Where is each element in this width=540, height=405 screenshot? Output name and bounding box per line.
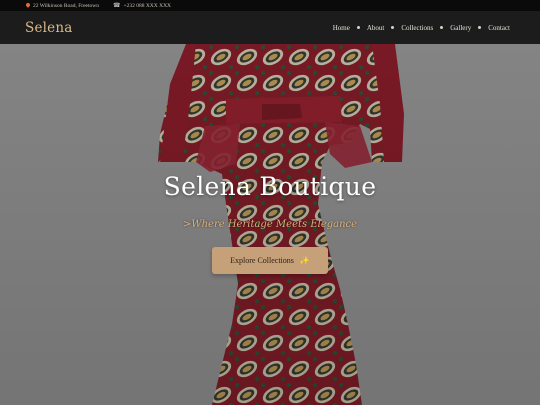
top-info-bar: 22 Wilkinson Road, Freetown ☎ +232 088 X…	[0, 0, 540, 11]
hero-title: Selena Boutique	[163, 172, 377, 201]
location-pin-icon	[26, 3, 30, 8]
nav-separator	[478, 26, 482, 29]
nav-separator	[440, 26, 444, 29]
hero-subtitle-text: Where Heritage Meets Elegance	[191, 219, 358, 230]
brand-logo[interactable]: Selena	[25, 20, 73, 36]
sparkle-icon: ✨	[299, 256, 310, 265]
hero-subtitle: >Where Heritage Meets Elegance	[182, 219, 358, 230]
address-text: 22 Wilkinson Road, Freetown	[33, 2, 99, 9]
phone-info: ☎ +232 088 XXX XXX	[113, 3, 171, 9]
explore-collections-button[interactable]: Explore Collections ✨	[212, 247, 328, 274]
phone-text: +232 088 XXX XXX	[123, 2, 172, 9]
nav-item-gallery[interactable]: Gallery	[450, 24, 471, 32]
nav-item-home[interactable]: Home	[333, 24, 350, 32]
nav-item-contact[interactable]: Contact	[488, 24, 510, 32]
address-info: 22 Wilkinson Road, Freetown	[26, 3, 99, 9]
nav-menu: Home About Collections Gallery Contact	[333, 24, 510, 32]
main-navbar: Selena Home About Collections Gallery Co…	[0, 11, 540, 44]
cta-label: Explore Collections	[230, 256, 294, 265]
phone-icon: ☎	[112, 2, 121, 9]
nav-separator	[356, 26, 360, 29]
nav-item-collections[interactable]: Collections	[401, 24, 433, 32]
nav-separator	[391, 26, 395, 29]
nav-item-about[interactable]: About	[367, 24, 385, 32]
